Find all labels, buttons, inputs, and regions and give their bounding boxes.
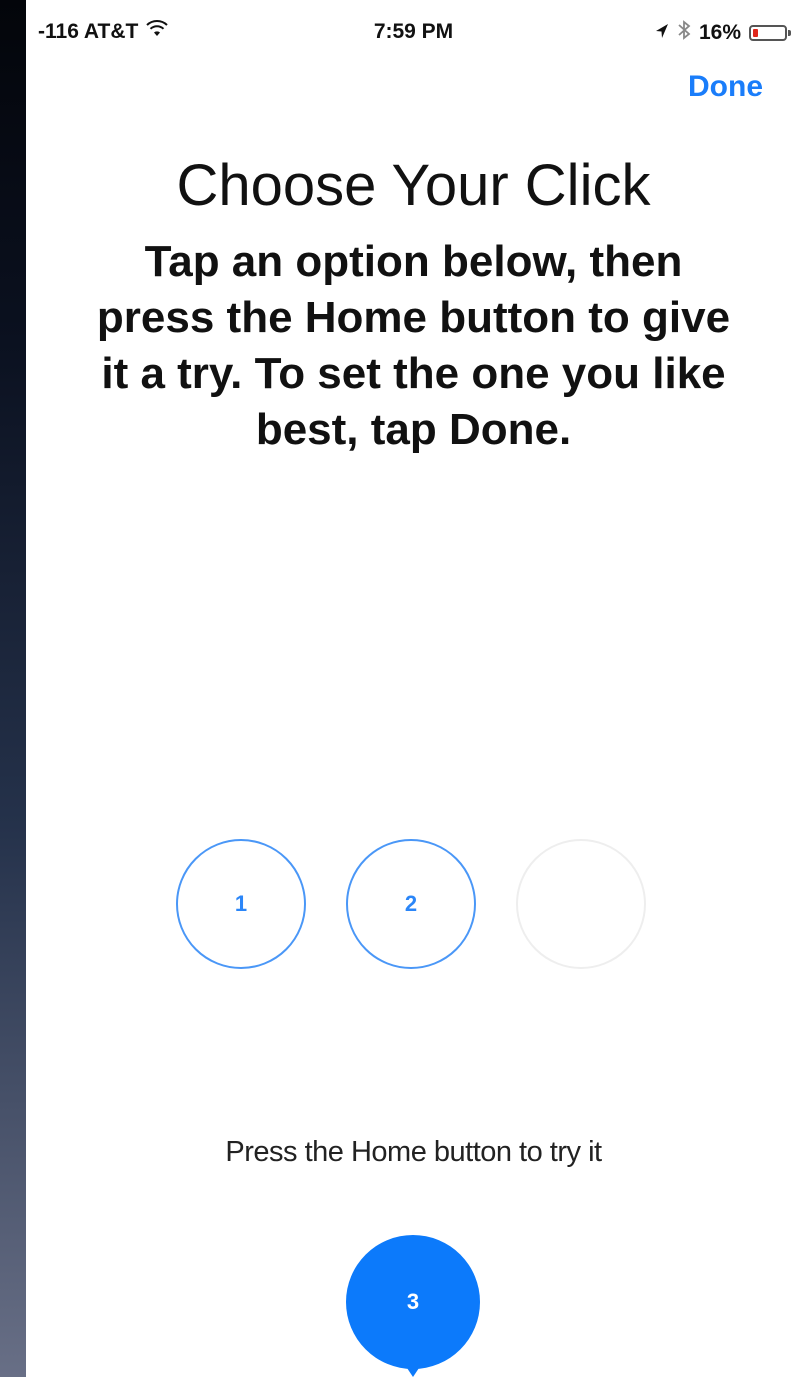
click-option-3-selected[interactable]: 3 (346, 1235, 480, 1369)
battery-level-fill (753, 29, 758, 37)
click-options: 1 2 (26, 839, 801, 973)
device-frame: -116 AT&T 7:59 PM 16% Done Choose Your C… (0, 0, 801, 1377)
click-option-placeholder[interactable] (516, 839, 646, 969)
status-right: 16% (655, 20, 791, 46)
status-bar: -116 AT&T 7:59 PM 16% (26, 0, 801, 62)
page-title: Choose Your Click (176, 153, 651, 218)
battery-percent: 16% (698, 21, 741, 44)
selection-pointer-icon (403, 1362, 423, 1377)
done-button[interactable]: Done (688, 70, 763, 104)
click-option-2[interactable]: 2 (346, 839, 476, 969)
instructions-text: Tap an option below, then press the Home… (96, 237, 731, 454)
device-bezel (0, 0, 26, 1377)
location-arrow-icon (655, 21, 669, 45)
screen: -116 AT&T 7:59 PM 16% Done Choose Your C… (26, 0, 801, 1377)
click-option-1[interactable]: 1 (176, 839, 306, 969)
battery-tip (788, 30, 791, 36)
bluetooth-icon (677, 20, 691, 46)
battery-icon (749, 25, 791, 41)
home-button-hint: Press the Home button to try it (225, 1136, 602, 1168)
